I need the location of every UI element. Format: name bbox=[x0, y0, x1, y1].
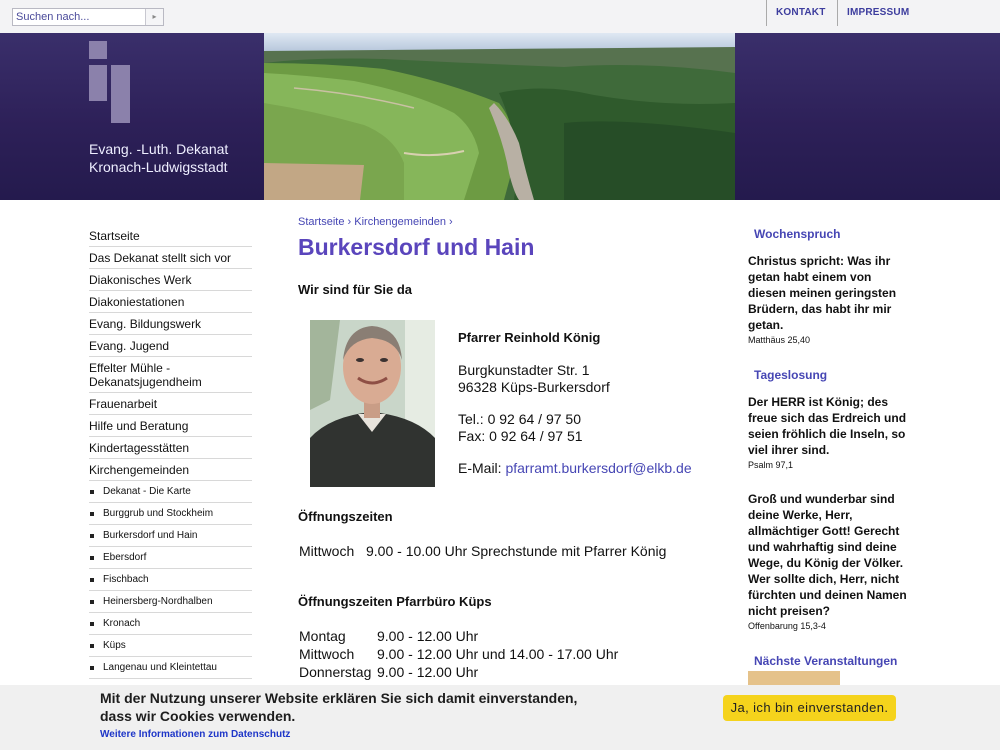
sidebar-subitem-burggrub[interactable]: Burggrub und Stockheim bbox=[89, 503, 252, 525]
sidebar-item-hilfe[interactable]: Hilfe und Beratung bbox=[89, 415, 252, 437]
right-sidebar: Wochenspruch Christus spricht: Was ihr g… bbox=[748, 225, 911, 670]
sidebar-subitem-heinersberg[interactable]: Heinersberg-Nordhalben bbox=[89, 591, 252, 613]
breadcrumb-startseite[interactable]: Startseite bbox=[298, 216, 344, 228]
events-widget-image[interactable] bbox=[748, 671, 840, 685]
sidebar-item-kitas[interactable]: Kindertagesstätten bbox=[89, 437, 252, 459]
sidebar-subitem-burkersdorf[interactable]: Burkersdorf und Hain bbox=[89, 525, 252, 547]
lehrtext-reference: Offenbarung 15,3-4 bbox=[748, 621, 826, 631]
email-link[interactable]: pfarramt.burkersdorf@elkb.de bbox=[505, 460, 691, 476]
sidebar-item-kirchengemeinden[interactable]: Kirchengemeinden bbox=[89, 459, 252, 481]
hours-day: Donnerstag bbox=[299, 664, 372, 680]
brand-line-1: Evang. -Luth. Dekanat bbox=[89, 141, 229, 157]
events-title: Nächste Veranstaltungen bbox=[748, 652, 911, 670]
sidebar-item-dekanat[interactable]: Das Dekanat stellt sich vor bbox=[89, 247, 252, 269]
privacy-link[interactable]: Weitere Informationen zum Datenschutz bbox=[100, 729, 290, 740]
brand-line-2: Kronach-Ludwigsstadt bbox=[89, 159, 228, 175]
hours-time: 9.00 - 12.00 Uhr bbox=[377, 628, 479, 644]
sidebar-subitem-kueps[interactable]: Küps bbox=[89, 635, 252, 657]
top-link-kontakt[interactable]: KONTAKT bbox=[766, 0, 838, 26]
wochenspruch-title: Wochenspruch bbox=[748, 225, 911, 243]
fax-number: Fax: 0 92 64 / 97 51 bbox=[458, 428, 583, 444]
sidebar-subitem-karte[interactable]: Dekanat - Die Karte bbox=[89, 481, 252, 503]
tageslosung-reference: Psalm 97,1 bbox=[748, 460, 794, 470]
sidebar-subitem-langenau[interactable]: Langenau und Kleintettau bbox=[89, 657, 252, 679]
breadcrumb-kirchengemeinden[interactable]: Kirchengemeinden bbox=[354, 216, 446, 228]
pastor-name: Pfarrer Reinhold König bbox=[458, 330, 601, 345]
sidebar-subitem-ebersdorf[interactable]: Ebersdorf bbox=[89, 547, 252, 569]
logo[interactable] bbox=[89, 41, 131, 125]
top-bar: ▸ KONTAKT IMPRESSUM bbox=[0, 0, 1000, 33]
sidebar-item-bildungswerk[interactable]: Evang. Bildungswerk bbox=[89, 313, 252, 335]
sidebar-item-diakoniestationen[interactable]: Diakoniestationen bbox=[89, 291, 252, 313]
search-input[interactable] bbox=[13, 9, 144, 25]
lehrtext-text: Groß und wunderbar sind deine Werke, Her… bbox=[748, 492, 907, 618]
cookie-banner: Mit der Nutzung unserer Website erklären… bbox=[0, 685, 1000, 750]
brand-name[interactable]: Evang. -Luth. Dekanat Kronach-Ludwigssta… bbox=[89, 140, 259, 176]
address-street: Burgkunstadter Str. 1 bbox=[458, 362, 590, 378]
main-content: Startseite › Kirchengemeinden › Burkersd… bbox=[298, 216, 728, 261]
phone-number: Tel.: 0 92 64 / 97 50 bbox=[458, 411, 581, 427]
hours-day: Montag bbox=[299, 628, 346, 644]
section-heading-hours: Öffnungszeiten bbox=[298, 509, 393, 524]
hours-time: 9.00 - 10.00 Uhr Sprechstunde mit Pfarre… bbox=[366, 543, 667, 559]
sidebar-subitem-fischbach[interactable]: Fischbach bbox=[89, 569, 252, 591]
sidebar-nav: Startseite Das Dekanat stellt sich vor D… bbox=[89, 225, 252, 679]
top-link-impressum[interactable]: IMPRESSUM bbox=[837, 0, 919, 26]
tageslosung-text: Der HERR ist König; des freue sich das E… bbox=[748, 395, 907, 457]
section-heading-office-hours: Öffnungszeiten Pfarrbüro Küps bbox=[298, 594, 492, 609]
sidebar-subitem-kronach[interactable]: Kronach bbox=[89, 613, 252, 635]
wochenspruch-text: Christus spricht: Was ihr getan habt ein… bbox=[748, 254, 897, 332]
search-box: ▸ bbox=[12, 8, 164, 26]
wochenspruch-reference: Matthäus 25,40 bbox=[748, 335, 811, 345]
sidebar-item-diakonisches-werk[interactable]: Diakonisches Werk bbox=[89, 269, 252, 291]
cookie-message-line-1: Mit der Nutzung unserer Website erklären… bbox=[100, 690, 578, 706]
hours-day: Mittwoch bbox=[299, 543, 355, 559]
sidebar-item-frauenarbeit[interactable]: Frauenarbeit bbox=[89, 393, 252, 415]
email-label: E-Mail: bbox=[458, 460, 506, 476]
hours-time: 9.00 - 12.00 Uhr bbox=[377, 664, 479, 680]
breadcrumb: Startseite › Kirchengemeinden › bbox=[298, 216, 453, 228]
cookie-message-line-2: dass wir Cookies verwenden. bbox=[100, 708, 296, 724]
sidebar-item-jugend[interactable]: Evang. Jugend bbox=[89, 335, 252, 357]
pastor-photo bbox=[310, 320, 435, 487]
page-title: Burkersdorf und Hain bbox=[298, 234, 535, 260]
email-line: E-Mail: pfarramt.burkersdorf@elkb.de bbox=[458, 460, 692, 476]
hours-day: Mittwoch bbox=[299, 646, 355, 662]
cookie-message: Mit der Nutzung unserer Website erklären… bbox=[100, 689, 580, 725]
search-button[interactable]: ▸ bbox=[145, 9, 163, 25]
header-banner-image bbox=[264, 33, 735, 200]
section-heading-contact: Wir sind für Sie da bbox=[298, 282, 413, 297]
sidebar-item-startseite[interactable]: Startseite bbox=[89, 225, 252, 247]
tageslosung-title: Tageslosung bbox=[748, 366, 911, 384]
sidebar-item-effelter-muehle[interactable]: Effelter Mühle - Dekanatsjugendheim bbox=[89, 357, 252, 393]
address-city: 96328 Küps-Burkersdorf bbox=[458, 379, 610, 395]
cookie-accept-button[interactable]: Ja, ich bin einverstanden. bbox=[723, 695, 896, 721]
hours-time: 9.00 - 12.00 Uhr und 14.00 - 17.00 Uhr bbox=[377, 646, 619, 662]
